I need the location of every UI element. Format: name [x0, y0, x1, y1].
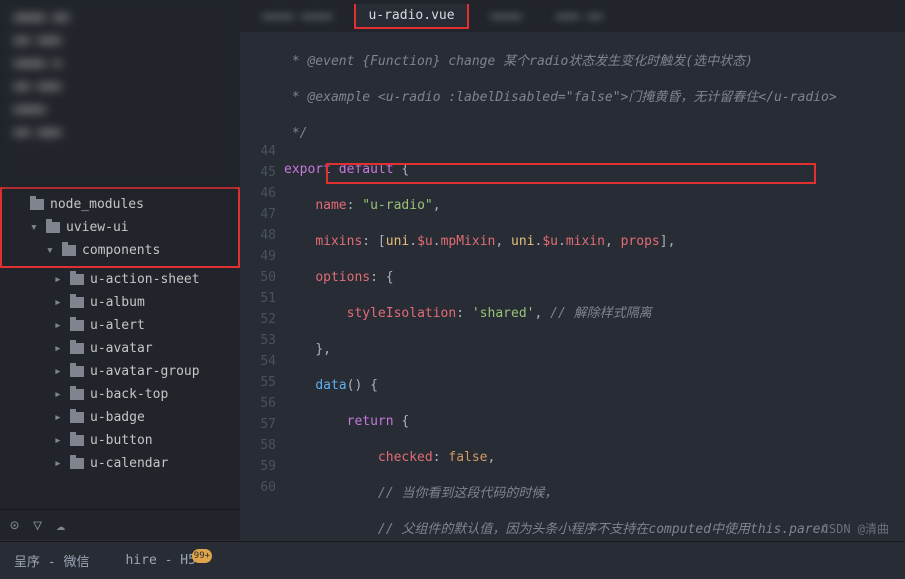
code-line: // 父组件的默认值，因为头条小程序不支持在computed中使用this.pa… — [284, 519, 905, 540]
chevron-right-icon: ▸ — [54, 456, 64, 471]
code-line: export default { — [284, 159, 905, 180]
code-line: data() { — [284, 375, 905, 396]
code-area[interactable]: * @event {Function} change 某个radio状态发生变化… — [284, 32, 905, 540]
folder-label: u-avatar — [90, 341, 153, 356]
folder-icon — [70, 320, 84, 331]
folder-icon — [70, 435, 84, 446]
folder-u-calendar[interactable]: ▸ u-calendar — [0, 452, 240, 475]
sidebar-header-blurred: ▬▬▬▬ ▬▬ ▬▬ ▬▬▬ ▬▬▬▬ ▬ ▬▬ ▬▬▬ ▬▬▬▬ ▬▬ ▬▬▬ — [0, 0, 240, 185]
folder-label: u-back-top — [90, 387, 168, 402]
cloud-icon[interactable]: ☁ — [56, 516, 65, 534]
watermark: CSDN @清曲 — [822, 520, 889, 537]
folder-label: u-action-sheet — [90, 272, 200, 287]
folder-u-alert[interactable]: ▸ u-alert — [0, 314, 240, 337]
folder-label: u-alert — [90, 318, 145, 333]
folder-uview-ui[interactable]: ▾ uview-ui — [8, 216, 232, 239]
code-line: * @event {Function} change 某个radio状态发生变化… — [284, 54, 753, 69]
folder-icon — [70, 297, 84, 308]
tab-blurred[interactable]: ▬▬▬▬ ▬▬▬▬ — [250, 5, 344, 28]
folder-label: uview-ui — [66, 220, 129, 235]
chevron-right-icon: ▸ — [54, 387, 64, 402]
chevron-down-icon: ▾ — [46, 243, 56, 258]
folder-u-action-sheet[interactable]: ▸ u-action-sheet — [0, 268, 240, 291]
code-line: * @example <u-radio :labelDisabled="fals… — [284, 90, 837, 105]
blurred-line: ▬▬▬▬ — [14, 102, 226, 117]
status-bar: 呈序 - 微信 hire - H599+ — [0, 541, 905, 579]
chevron-right-icon: ▸ — [54, 272, 64, 287]
folder-u-badge[interactable]: ▸ u-badge — [0, 406, 240, 429]
file-tree: node_modules ▾ uview-ui ▾ components ▸ u-ac… — [0, 185, 240, 509]
status-item-wechat[interactable]: 呈序 - 微信 — [14, 551, 89, 570]
folder-icon — [30, 199, 44, 210]
folder-icon — [46, 222, 60, 233]
folder-label: components — [82, 243, 160, 258]
folder-icon — [62, 245, 76, 256]
folder-components[interactable]: ▾ components — [8, 239, 232, 262]
code-line: styleIsolation: 'shared', // 解除样式隔离 — [284, 303, 905, 324]
code-line: options: { — [284, 267, 905, 288]
code-line: */ — [284, 126, 307, 141]
blurred-line: ▬▬▬▬ ▬ — [14, 56, 226, 71]
folder-icon — [70, 458, 84, 469]
folder-u-avatar-group[interactable]: ▸ u-avatar-group — [0, 360, 240, 383]
code-line: }, — [284, 339, 905, 360]
line-numbers-gutter: 444546 474849 505152 535455 565758 5960 — [240, 32, 284, 540]
folder-icon — [70, 343, 84, 354]
target-icon[interactable]: ⊙ — [10, 516, 19, 534]
blurred-line: ▬▬▬▬ ▬▬ — [14, 10, 226, 25]
code-line: mixins: [uni.$u.mpMixin, uni.$u.mixin, p… — [284, 231, 905, 252]
folder-label: u-button — [90, 433, 153, 448]
status-item-hire[interactable]: hire - H599+ — [125, 553, 215, 569]
chevron-right-icon: ▸ — [54, 410, 64, 425]
folder-icon — [70, 274, 84, 285]
folder-icon — [70, 412, 84, 423]
folder-u-back-top[interactable]: ▸ u-back-top — [0, 383, 240, 406]
folder-label: u-calendar — [90, 456, 168, 471]
folder-label: u-avatar-group — [90, 364, 200, 379]
filter-icon[interactable]: ▽ — [33, 516, 42, 534]
chevron-right-icon: ▸ — [54, 364, 64, 379]
chevron-right-icon: ▸ — [54, 318, 64, 333]
folder-u-avatar[interactable]: ▸ u-avatar — [0, 337, 240, 360]
folder-u-button[interactable]: ▸ u-button — [0, 429, 240, 452]
blurred-line: ▬▬ ▬▬▬ — [14, 33, 226, 48]
folder-label: u-badge — [90, 410, 145, 425]
chevron-down-icon: ▾ — [30, 220, 40, 235]
code-line: return { — [284, 411, 905, 432]
code-line: checked: false, — [284, 447, 905, 468]
blurred-line: ▬▬ ▬▬▬ — [14, 79, 226, 94]
folder-label: u-album — [90, 295, 145, 310]
blurred-line: ▬▬ ▬▬▬ — [14, 125, 226, 140]
tab-u-radio-vue[interactable]: u-radio.vue — [354, 4, 468, 29]
folder-node-modules[interactable]: node_modules — [8, 193, 232, 216]
file-explorer-sidebar: ▬▬▬▬ ▬▬ ▬▬ ▬▬▬ ▬▬▬▬ ▬ ▬▬ ▬▬▬ ▬▬▬▬ ▬▬ ▬▬▬… — [0, 0, 240, 540]
folder-label: node_modules — [50, 197, 144, 212]
folder-icon — [70, 366, 84, 377]
code-line: // 当你看到这段代码的时候， — [284, 483, 905, 504]
tab-blurred[interactable]: ▬▬▬▬ — [479, 5, 534, 28]
sidebar-bottom-icons: ⊙ ▽ ☁ — [0, 509, 240, 540]
code-editor[interactable]: ▬▬▬▬ ▬▬▬▬ u-radio.vue ▬▬▬▬ ▬▬▬ ▬▬ 444546… — [240, 0, 905, 540]
tab-blurred[interactable]: ▬▬▬ ▬▬ — [544, 5, 615, 28]
status-badge: 99+ — [192, 549, 212, 563]
editor-tabs: ▬▬▬▬ ▬▬▬▬ u-radio.vue ▬▬▬▬ ▬▬▬ ▬▬ — [240, 0, 905, 32]
chevron-right-icon: ▸ — [54, 433, 64, 448]
chevron-right-icon: ▸ — [54, 295, 64, 310]
folder-icon — [70, 389, 84, 400]
highlight-box-tree: node_modules ▾ uview-ui ▾ components — [0, 187, 240, 268]
chevron-right-icon: ▸ — [54, 341, 64, 356]
code-line: name: "u-radio", — [284, 195, 905, 216]
folder-u-album[interactable]: ▸ u-album — [0, 291, 240, 314]
